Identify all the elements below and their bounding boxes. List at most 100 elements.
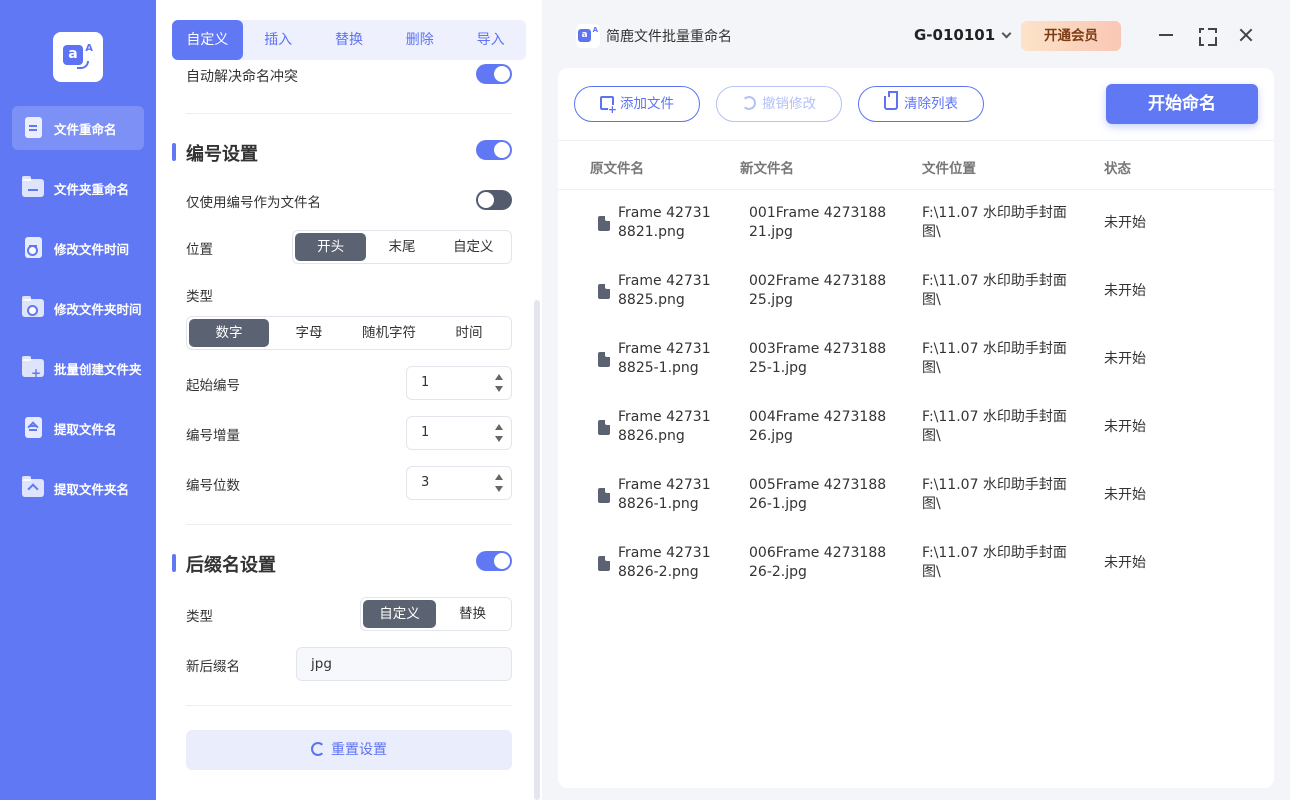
table-row[interactable]: Frame 42731 8826.png 004Frame 4273188 26… [558,394,1274,462]
only-number-label: 仅使用编号作为文件名 [186,195,321,211]
digits-stepper[interactable]: 3 [406,466,512,500]
status-cell: 未开始 [1104,215,1146,231]
table-row[interactable]: Frame 42731 8821.png 001Frame 4273188 21… [558,190,1274,258]
settings-scrollbar[interactable] [534,300,540,800]
add-file-icon [600,96,617,115]
col-original-name: 原文件名 [590,161,644,177]
type-letter-option[interactable]: 字母 [269,319,349,347]
col-new-name: 新文件名 [740,161,794,177]
digits-label: 编号位数 [186,478,240,494]
file-icon [598,488,610,503]
table-row[interactable]: Frame 42731 8826-1.png 005Frame 4273188 … [558,462,1274,530]
divider [186,524,512,525]
position-custom-option[interactable]: 自定义 [438,233,509,261]
start-number-label: 起始编号 [186,378,240,394]
app-logo: aA [53,32,103,82]
decrement-arrow-icon[interactable] [495,486,503,492]
reset-settings-label: 重置设置 [331,742,387,758]
type-time-option[interactable]: 时间 [429,319,509,347]
table-row[interactable]: Frame 42731 8825-1.png 003Frame 4273188 … [558,326,1274,394]
table-row[interactable]: Frame 42731 8826-2.png 006Frame 4273188 … [558,530,1274,598]
file-list-card: 添加文件 撤销修改 清除列表 开始命名 原文件名 新文件名 文件位置 状态 Fr… [558,68,1274,788]
sidebar-item-label: 提取文件名 [54,421,117,437]
digits-value: 3 [421,475,430,490]
tab-delete[interactable]: 删除 [384,20,455,60]
status-cell: 未开始 [1104,283,1146,299]
position-end-option[interactable]: 末尾 [366,233,437,261]
reset-settings-button[interactable]: 重置设置 [186,730,512,770]
sidebar-item-extract-filename[interactable]: 提取文件名 [12,406,144,450]
tab-insert[interactable]: 插入 [243,20,314,60]
increment-value: 1 [421,425,430,440]
app-logo-small: aA [576,24,600,48]
suffix-type-label: 类型 [186,609,213,625]
add-file-button[interactable]: 添加文件 [574,86,700,122]
numbering-toggle[interactable] [476,140,512,160]
tab-custom[interactable]: 自定义 [172,20,243,60]
new-suffix-input[interactable]: jpg [296,647,512,681]
location-cell: F:\11.07 水印助手封面 图\ [922,205,1067,240]
position-label: 位置 [186,242,213,258]
vip-button[interactable]: 开通会员 [1021,21,1121,51]
settings-panel: 自定义 插入 替换 删除 导入 自动解决命名冲突 编号设置 仅使用编号作为文件名… [156,0,542,800]
file-icon [22,117,44,139]
sidebar-item-label: 批量创建文件夹 [54,361,142,377]
clear-list-button[interactable]: 清除列表 [858,86,984,122]
folder-upload-icon [22,476,44,499]
start-number-stepper[interactable]: 1 [406,366,512,400]
increment-stepper[interactable]: 1 [406,416,512,450]
start-number-value: 1 [421,375,430,390]
type-digit-option[interactable]: 数字 [189,319,269,347]
conflict-option-label: 自动解决命名冲突 [186,69,298,83]
sidebar-item-label: 文件夹重命名 [54,181,130,197]
file-icon [598,420,610,435]
location-cell: F:\11.07 水印助手封面 图\ [922,477,1067,512]
increment-arrow-icon[interactable] [495,424,503,430]
start-rename-button[interactable]: 开始命名 [1106,84,1258,124]
conflict-toggle[interactable] [476,64,512,84]
new-suffix-label: 新后缀名 [186,659,240,675]
type-random-option[interactable]: 随机字符 [349,319,429,347]
title-bar: aA 简鹿文件批量重命名 G-010101 开通会员 [542,0,1290,70]
only-number-toggle[interactable] [476,190,512,210]
tab-import[interactable]: 导入 [455,20,526,60]
sidebar-item-batch-create-folder[interactable]: + 批量创建文件夹 [12,346,144,390]
table-row[interactable]: Frame 42731 8825.png 002Frame 4273188 25… [558,258,1274,326]
suffix-custom-option[interactable]: 自定义 [363,600,436,628]
status-cell: 未开始 [1104,419,1146,435]
location-cell: F:\11.07 水印助手封面 图\ [922,273,1067,308]
maximize-icon[interactable] [1195,24,1217,46]
minimize-icon[interactable] [1155,24,1177,46]
decrement-arrow-icon[interactable] [495,386,503,392]
sidebar: aA 文件重命名 文件夹重命名 修改文件时间 修改文件夹时间 + 批量创建文件夹… [0,0,156,800]
file-clock-icon [22,237,44,259]
sidebar-item-folder-rename[interactable]: 文件夹重命名 [12,166,144,210]
file-icon [598,556,610,571]
sidebar-item-file-rename[interactable]: 文件重命名 [12,106,144,150]
original-name-cell: Frame 42731 8825-1.png [618,341,711,376]
original-name-cell: Frame 42731 8825.png [618,273,711,308]
close-icon[interactable] [1235,24,1257,46]
increment-arrow-icon[interactable] [495,374,503,380]
sidebar-item-extract-foldername[interactable]: 提取文件夹名 [12,466,144,510]
sidebar-item-file-time[interactable]: 修改文件时间 [12,226,144,270]
tab-replace[interactable]: 替换 [314,20,385,60]
sidebar-item-label: 修改文件夹时间 [54,301,142,317]
col-location: 文件位置 [922,161,976,177]
undo-button[interactable]: 撤销修改 [716,86,842,122]
undo-label: 撤销修改 [762,96,816,112]
new-name-cell: 002Frame 4273188 25.jpg [749,273,887,308]
number-type-segmented: 数字 字母 随机字符 时间 [186,316,512,350]
suffix-toggle[interactable] [476,551,512,571]
account-dropdown[interactable]: G-010101 [914,26,1012,44]
decrement-arrow-icon[interactable] [495,436,503,442]
folder-icon [22,176,44,199]
col-status: 状态 [1104,161,1131,177]
suffix-replace-option[interactable]: 替换 [436,600,509,628]
position-start-option[interactable]: 开头 [295,233,367,261]
sidebar-item-folder-time[interactable]: 修改文件夹时间 [12,286,144,330]
original-name-cell: Frame 42731 8826-2.png [618,545,711,580]
chevron-down-icon [1001,28,1012,39]
increment-arrow-icon[interactable] [495,474,503,480]
new-name-cell: 006Frame 4273188 26-2.jpg [749,545,887,580]
